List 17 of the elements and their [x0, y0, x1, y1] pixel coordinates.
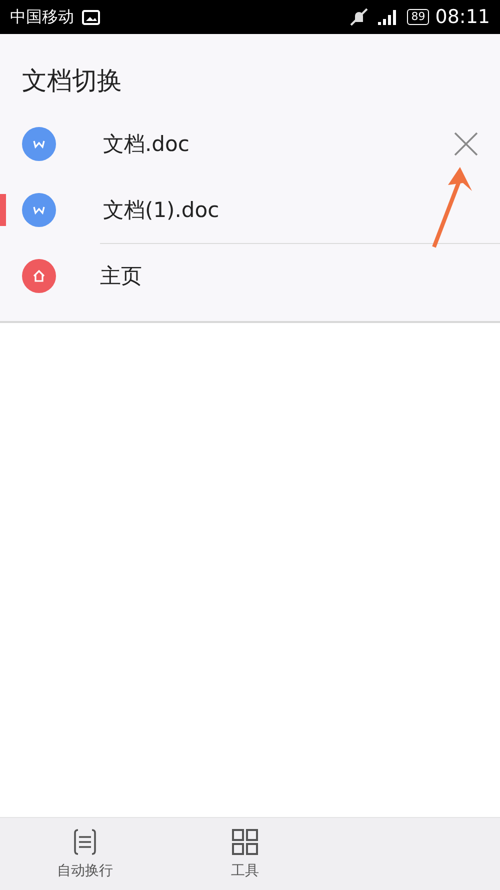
document-icon: [22, 193, 56, 227]
clock-time: 08:11: [435, 6, 490, 28]
word-wrap-button[interactable]: 自动换行: [40, 818, 130, 890]
close-icon[interactable]: [454, 132, 478, 156]
muted-bell-icon: [349, 8, 370, 26]
tab-item[interactable]: 文档.doc: [103, 130, 190, 158]
carrier-name: 中国移动: [10, 6, 74, 28]
tab-item[interactable]: 文档(1).doc: [103, 196, 220, 224]
tools-button[interactable]: 工具: [200, 818, 290, 890]
image-icon: [82, 10, 100, 24]
tab-item[interactable]: 主页: [100, 262, 142, 290]
home-icon: [22, 259, 56, 293]
wrap-icon: [71, 828, 99, 856]
document-icon: [22, 127, 56, 161]
battery-level: 89: [407, 9, 430, 25]
grid-icon: [231, 828, 259, 856]
panel-title: 文档切换: [21, 65, 123, 97]
